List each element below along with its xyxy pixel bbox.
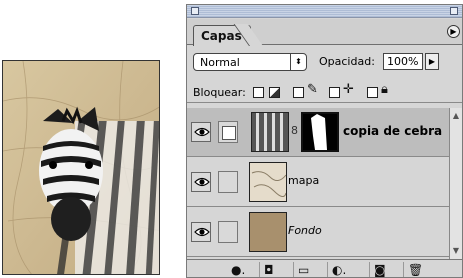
layer-mask-thumbnail[interactable] bbox=[301, 112, 339, 152]
eye-icon[interactable] bbox=[191, 222, 211, 242]
layers-list: 8 copia de cebra mapa Fondo bbox=[187, 108, 449, 259]
layer-name: mapa bbox=[288, 174, 320, 187]
scroll-down-icon[interactable]: ▼ bbox=[450, 245, 462, 257]
lock-pixels-checkbox[interactable] bbox=[293, 87, 304, 98]
eye-icon[interactable] bbox=[191, 172, 211, 192]
move-icon: ✛ bbox=[343, 82, 354, 97]
bottom-toolbar: ●. ◘ ▭ ◐. ◙ 🗑︎ bbox=[187, 259, 462, 277]
add-mask-icon[interactable]: ◘ bbox=[259, 262, 281, 277]
blend-opacity-row: Normal ⬍ Opacidad: 100% ▶ bbox=[187, 51, 462, 73]
lock-position-checkbox[interactable] bbox=[329, 87, 340, 98]
lock-transparency-checkbox[interactable] bbox=[253, 87, 264, 98]
layers-scrollbar[interactable]: ▲ ▼ bbox=[449, 108, 462, 259]
brush-icon: ✎ bbox=[307, 82, 318, 97]
trash-icon[interactable]: 🗑︎ bbox=[403, 262, 425, 277]
new-layer-icon[interactable]: ◙ bbox=[369, 262, 391, 277]
opacity-label: Opacidad: bbox=[319, 55, 375, 68]
layer-style-icon[interactable]: ●. bbox=[227, 262, 249, 277]
blend-mode-value: Normal bbox=[200, 56, 240, 69]
layer-row-copia-de-cebra[interactable]: 8 copia de cebra bbox=[187, 108, 449, 157]
updown-arrows-icon[interactable]: ⬍ bbox=[290, 54, 306, 70]
scroll-up-icon[interactable]: ▲ bbox=[450, 110, 462, 122]
link-toggle[interactable] bbox=[218, 221, 238, 243]
mask-link-icon[interactable]: 8 bbox=[291, 124, 298, 137]
adjustment-layer-icon[interactable]: ◐. bbox=[327, 262, 349, 277]
lock-label: Bloquear: bbox=[193, 86, 246, 99]
blend-mode-select[interactable]: Normal ⬍ bbox=[193, 53, 307, 71]
opacity-slider-arrow-icon[interactable]: ▶ bbox=[425, 53, 439, 70]
panel-menu-icon[interactable]: ▶ bbox=[447, 25, 460, 38]
lock-transparency-icon bbox=[269, 87, 280, 98]
layer-row-mapa[interactable]: mapa bbox=[187, 158, 449, 207]
layer-thumbnail-map bbox=[249, 162, 287, 202]
layer-name: copia de cebra bbox=[343, 124, 443, 138]
lock-icon: 🔒︎ bbox=[381, 82, 388, 97]
layer-row-fondo[interactable]: Fondo bbox=[187, 208, 449, 257]
zoom-box-icon[interactable] bbox=[450, 7, 458, 15]
panel-titlebar[interactable] bbox=[187, 5, 462, 18]
eye-icon[interactable] bbox=[191, 122, 211, 142]
close-box-icon[interactable] bbox=[191, 7, 199, 15]
brush-active-icon[interactable] bbox=[218, 121, 238, 143]
lock-all-checkbox[interactable] bbox=[367, 87, 378, 98]
layers-panel: Capas ▶ Normal ⬍ Opacidad: 100% ▶ Bloque… bbox=[186, 4, 463, 278]
lock-row: Bloquear: ✎ ✛ 🔒︎ bbox=[187, 79, 462, 103]
panel-tabstrip: Capas ▶ bbox=[187, 19, 462, 46]
zebra-map-image bbox=[2, 60, 160, 275]
link-toggle[interactable] bbox=[218, 171, 238, 193]
layer-name: Fondo bbox=[288, 224, 322, 237]
new-set-icon[interactable]: ▭ bbox=[293, 262, 315, 277]
layer-thumbnail-fondo bbox=[249, 212, 287, 252]
opacity-input[interactable]: 100% bbox=[383, 53, 423, 70]
layer-thumbnail-zebra bbox=[251, 112, 289, 152]
